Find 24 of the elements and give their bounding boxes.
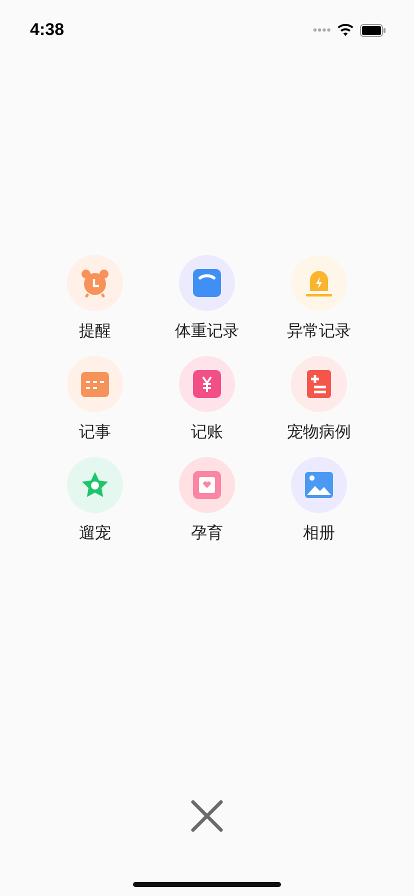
feature-label: 孕育 bbox=[191, 522, 223, 544]
status-time: 4:38 bbox=[30, 20, 64, 40]
calendar-icon bbox=[80, 369, 110, 399]
feature-label: 相册 bbox=[303, 522, 335, 544]
feature-label: 遛宠 bbox=[79, 522, 111, 544]
battery-icon bbox=[360, 24, 386, 36]
close-icon bbox=[190, 799, 224, 833]
feature-label: 提醒 bbox=[79, 320, 111, 342]
image-icon bbox=[304, 470, 334, 500]
feature-label: 记账 bbox=[191, 421, 223, 443]
feature-label: 记事 bbox=[79, 421, 111, 443]
close-button[interactable] bbox=[189, 798, 225, 834]
yuan-icon bbox=[192, 369, 222, 399]
feature-label: 体重记录 bbox=[175, 320, 239, 342]
wifi-icon bbox=[337, 24, 354, 36]
alarm-light-icon bbox=[304, 268, 334, 298]
alarm-clock-icon bbox=[80, 268, 110, 298]
signal-icon bbox=[313, 28, 331, 32]
heart-card-icon bbox=[192, 470, 222, 500]
star-icon bbox=[80, 470, 110, 500]
feature-label: 异常记录 bbox=[287, 320, 351, 342]
feature-label: 宠物病例 bbox=[287, 421, 351, 443]
scale-icon bbox=[192, 268, 222, 298]
medical-record-icon bbox=[304, 369, 334, 399]
